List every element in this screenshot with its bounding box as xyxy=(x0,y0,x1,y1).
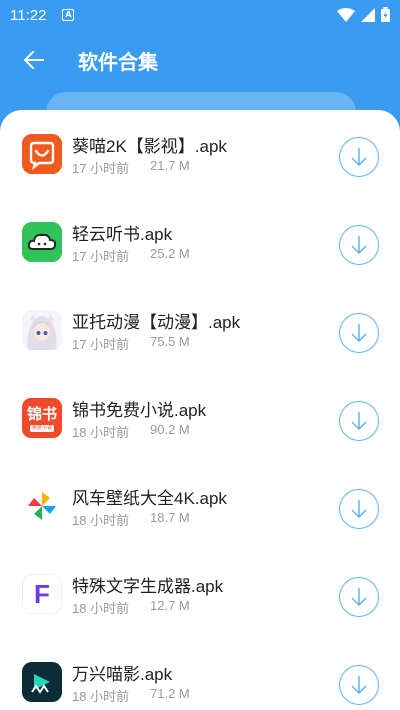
download-arrow-icon xyxy=(351,588,367,607)
app-time: 17 小时前 xyxy=(72,249,130,264)
qingyun-app-icon xyxy=(22,222,62,262)
wifi-icon xyxy=(337,7,355,22)
download-arrow-icon xyxy=(351,500,367,519)
notification-a-icon: A xyxy=(62,9,75,21)
list-item[interactable]: 风车壁纸大全4K.apk 18 小时前 18.7 M xyxy=(0,462,400,550)
app-size: 12.7 M xyxy=(150,598,190,613)
app-header: 软件合集 xyxy=(0,30,400,90)
page-title: 软件合集 xyxy=(78,51,158,74)
status-bar: 11:22 A xyxy=(0,0,400,30)
app-time: 18 小时前 xyxy=(72,689,130,704)
app-size: 75.5 M xyxy=(150,334,190,349)
app-name: 风车壁纸大全4K.apk xyxy=(72,489,227,508)
app-time: 18 小时前 xyxy=(72,513,130,528)
download-button[interactable] xyxy=(339,313,379,353)
app-name: 亚托动漫【动漫】.apk xyxy=(72,313,241,332)
app-name: 特殊文字生成器.apk xyxy=(72,577,224,596)
download-arrow-icon xyxy=(351,148,367,167)
app-time: 18 小时前 xyxy=(72,601,130,616)
list-item[interactable]: F 特殊文字生成器.apk 18 小时前 12.7 M xyxy=(0,550,400,638)
app-size: 90.2 M xyxy=(150,422,190,437)
battery-icon xyxy=(381,7,390,22)
download-button[interactable] xyxy=(339,137,379,177)
list-item[interactable]: 亚托动漫【动漫】.apk 17 小时前 75.5 M xyxy=(0,286,400,374)
app-time: 18 小时前 xyxy=(72,425,130,440)
pinwheel-app-icon xyxy=(22,486,62,526)
status-icons xyxy=(337,7,390,22)
font-f-icon-text: F xyxy=(34,578,50,609)
download-button[interactable] xyxy=(339,577,379,617)
app-name: 万兴喵影.apk xyxy=(72,665,173,684)
app-list: 葵喵2K【影视】.apk 17 小时前 21.7 M 轻云听书.apk 17 小… xyxy=(0,110,400,710)
app-size: 25.2 M xyxy=(150,246,190,261)
arrow-left-icon xyxy=(24,51,44,69)
app-list-card: 葵喵2K【影视】.apk 17 小时前 21.7 M 轻云听书.apk 17 小… xyxy=(0,110,400,710)
jinshu-icon-text: 锦书 xyxy=(26,404,57,423)
download-arrow-icon xyxy=(351,324,367,343)
app-time: 17 小时前 xyxy=(72,337,130,352)
app-name: 锦书免费小说.apk xyxy=(72,401,207,420)
list-item[interactable]: 葵喵2K【影视】.apk 17 小时前 21.7 M xyxy=(0,110,400,198)
jinshu-app-icon: 锦书 免费小说 xyxy=(22,398,62,438)
jinshu-icon-subtext: 免费小说 xyxy=(29,424,54,432)
app-name: 葵喵2K【影视】.apk xyxy=(72,137,227,156)
app-size: 18.7 M xyxy=(150,510,190,525)
download-arrow-icon xyxy=(351,412,367,431)
download-arrow-icon xyxy=(351,236,367,255)
list-item[interactable]: 锦书 免费小说 锦书免费小说.apk 18 小时前 90.2 M xyxy=(0,374,400,462)
app-name: 轻云听书.apk xyxy=(72,225,173,244)
status-time: 11:22 xyxy=(10,6,47,24)
list-item[interactable]: 万兴喵影.apk 18 小时前 71.2 M xyxy=(0,638,400,710)
download-button[interactable] xyxy=(339,665,379,705)
download-button[interactable] xyxy=(339,489,379,529)
app-size: 21.7 M xyxy=(150,158,190,173)
cellular-signal-icon xyxy=(361,7,375,22)
back-button[interactable] xyxy=(12,38,56,82)
app-time: 17 小时前 xyxy=(72,161,130,176)
app-size: 71.2 M xyxy=(150,686,190,701)
kuimiao-app-icon xyxy=(22,134,62,174)
yatuo-app-icon xyxy=(22,310,62,350)
font-f-app-icon: F xyxy=(22,574,62,614)
download-button[interactable] xyxy=(339,225,379,265)
download-arrow-icon xyxy=(351,676,367,695)
list-item[interactable]: 轻云听书.apk 17 小时前 25.2 M xyxy=(0,198,400,286)
download-button[interactable] xyxy=(339,401,379,441)
wondershare-app-icon xyxy=(22,662,62,702)
